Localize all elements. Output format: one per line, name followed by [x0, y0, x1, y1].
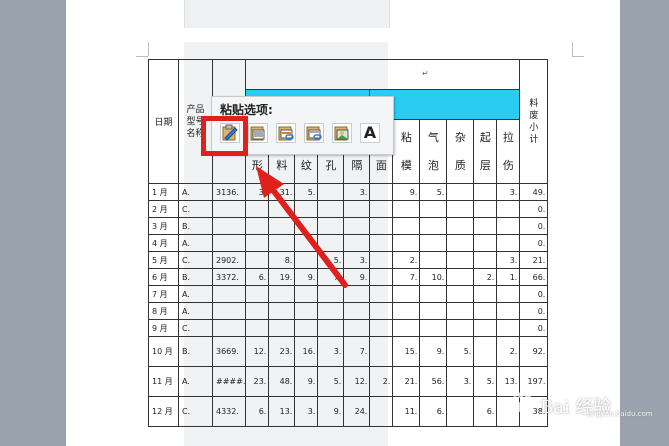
- paw-logo-icon: [512, 392, 536, 413]
- watermark-sub: jingyan.baidu.com: [588, 410, 653, 418]
- annotation-arrow: [256, 166, 348, 288]
- watermark: Bai 经验 jingyan.baidu.com: [508, 390, 653, 418]
